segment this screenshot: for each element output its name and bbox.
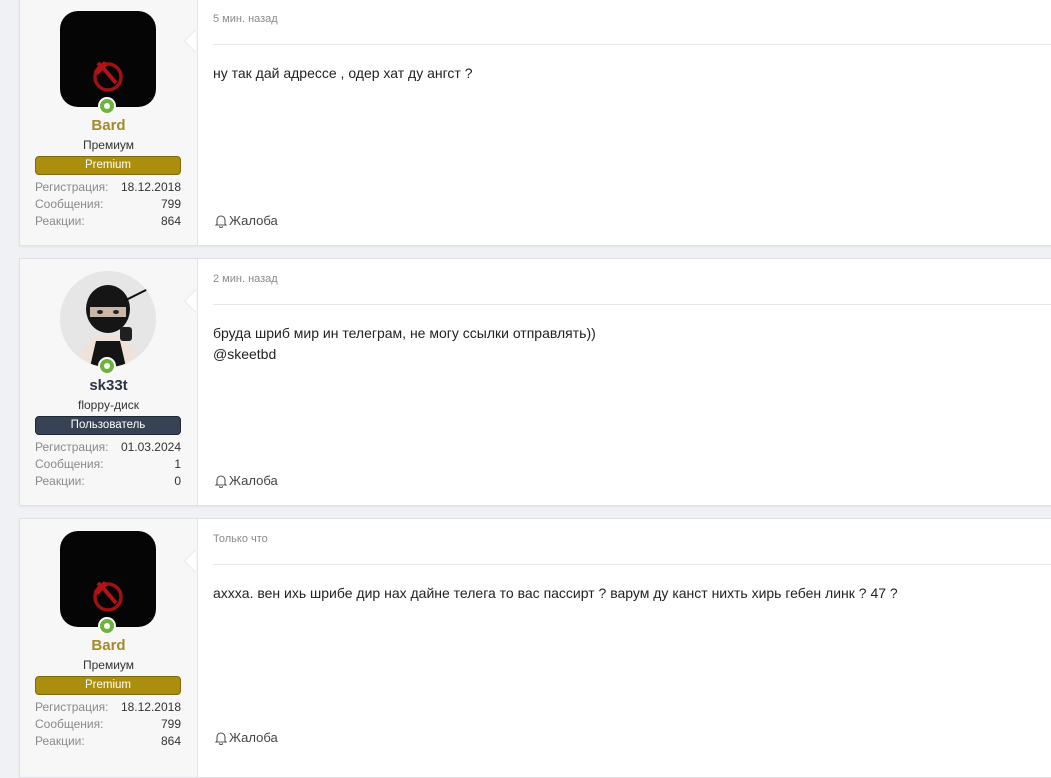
user-info-panel: sk33t floppy-диск Пользователь Регистрац… [20,259,198,505]
user-stats: Регистрация: 01.03.2024 Сообщения: 1 Реакц… [35,439,181,490]
message-body: бруда шриб мир ин телеграм, не могу ссыл… [213,323,1031,365]
stat-value: 18.12.2018 [120,700,181,714]
message-arrow [184,549,196,573]
user-banner: Пользователь [35,416,181,435]
stat-value: 1 [174,457,181,471]
bell-icon [214,474,228,488]
user-banner: Premium [35,156,181,175]
user-photo [60,271,156,367]
message-text: ахххa. вен ихь шрибе дир нах дайне телег… [213,585,898,601]
hammer-sickle-icon [93,581,123,612]
avatar[interactable] [60,271,156,367]
user-title: floppy-диск [78,398,139,412]
post-timestamp[interactable]: 2 мин. назад [213,273,278,285]
report-label: Жалоба [229,730,278,745]
message-text: ну так дай адрессе , одер хат ду ангст ? [213,65,473,81]
message-text: @skeetbd [213,346,277,362]
stat-messages: Сообщения: 799 [35,196,181,213]
report-button[interactable]: Жалоба [214,213,278,228]
stat-value: 0 [174,474,181,488]
divider [213,44,1051,45]
post-timestamp[interactable]: Только что [213,533,268,545]
stat-messages: Сообщения: 799 [35,716,181,733]
bell-icon [214,214,228,228]
stat-registration: Регистрация: 01.03.2024 [35,439,181,456]
message-arrow [184,289,196,313]
stat-reactions: Реакции: 0 [35,473,181,490]
post: Bard Премиум Premium Регистрация: 18.12.2… [19,518,1051,778]
stat-label: Реакции: [35,214,85,228]
user-title: Премиум [82,658,135,672]
user-banner: Premium [35,676,181,695]
message-text: бруда шриб мир ин телеграм, не могу ссыл… [213,325,596,341]
message-body: ахххa. вен ихь шрибе дир нах дайне телег… [213,583,1031,604]
user-stats: Регистрация: 18.12.2018 Сообщения: 799 Реа… [35,179,181,230]
stat-label: Регистрация: [35,440,109,454]
stat-label: Сообщения: [35,457,104,471]
stat-value: 18.12.2018 [120,180,181,194]
avatar[interactable] [60,531,156,627]
avatar[interactable] [60,11,156,107]
username-link[interactable]: Bard [20,117,197,134]
message-arrow [184,29,196,53]
post: sk33t floppy-диск Пользователь Регистрац… [19,258,1051,506]
post: Bard Премиум Premium Регистрация: 18.12.2… [19,0,1051,246]
report-button[interactable]: Жалоба [214,473,278,488]
message-body: ну так дай адрессе , одер хат ду ангст ? [213,63,1031,84]
stat-registration: Регистрация: 18.12.2018 [35,699,181,716]
stat-value: 864 [160,734,181,748]
stat-value: 799 [160,717,181,731]
stat-label: Регистрация: [35,180,109,194]
online-status-indicator [98,617,116,635]
post-timestamp[interactable]: 5 мин. назад [213,13,278,25]
stat-label: Сообщения: [35,717,104,731]
username-link[interactable]: sk33t [20,377,197,394]
online-status-indicator [98,97,116,115]
stat-registration: Регистрация: 18.12.2018 [35,179,181,196]
stat-value: 864 [160,214,181,228]
report-label: Жалоба [229,473,278,488]
user-title: Премиум [82,138,135,152]
divider [213,564,1051,565]
stat-label: Сообщения: [35,197,104,211]
stat-label: Реакции: [35,734,85,748]
hammer-sickle-icon [93,61,123,92]
stat-messages: Сообщения: 1 [35,456,181,473]
stat-label: Регистрация: [35,700,109,714]
user-info-panel: Bard Премиум Premium Регистрация: 18.12.2… [20,0,198,245]
stat-reactions: Реакции: 864 [35,213,181,230]
online-status-indicator [98,357,116,375]
stat-value: 01.03.2024 [120,440,181,454]
divider [213,304,1051,305]
bell-icon [214,731,228,745]
user-stats: Регистрация: 18.12.2018 Сообщения: 799 Реа… [35,699,181,750]
stat-reactions: Реакции: 864 [35,733,181,750]
user-info-panel: Bard Премиум Premium Регистрация: 18.12.2… [20,519,198,777]
report-label: Жалоба [229,213,278,228]
username-link[interactable]: Bard [20,637,197,654]
report-button[interactable]: Жалоба [214,730,278,745]
stat-label: Реакции: [35,474,85,488]
stat-value: 799 [160,197,181,211]
